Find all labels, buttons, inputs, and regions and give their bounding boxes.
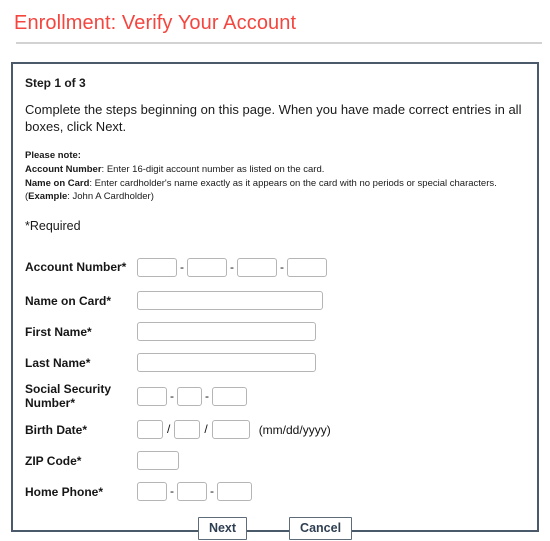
first-name-input[interactable] (137, 322, 316, 341)
ssn-part-3[interactable] (212, 386, 247, 406)
form-row-ssn: Social Security Number* - - (25, 380, 525, 412)
birth-day-input[interactable] (174, 420, 201, 439)
enrollment-panel: Step 1 of 3 Complete the steps beginning… (11, 62, 539, 540)
label-zip-code: ZIP Code* (25, 453, 82, 468)
fields-birth-date: / / (mm/dd/yyyy) (137, 420, 331, 439)
account-number-part-4[interactable] (287, 257, 327, 277)
form-row-birth-date: Birth Date* / / (mm/dd/yyyy) (25, 416, 525, 443)
fields-last-name (137, 353, 316, 372)
zip-code-input[interactable] (137, 451, 179, 470)
home-phone-part-1[interactable] (137, 482, 167, 501)
form-row-zip-code: ZIP Code* (25, 447, 525, 474)
birth-separator-2: / (204, 422, 208, 436)
label-name-on-card: Name on Card* (25, 293, 112, 308)
birth-month-input[interactable] (137, 420, 163, 439)
birth-separator-1: / (167, 422, 171, 436)
label-birth-date: Birth Date* (25, 422, 88, 437)
note-heading-text: Please note: (25, 150, 81, 161)
label-home-phone: Home Phone* (25, 484, 104, 499)
birth-date-format-hint: (mm/dd/yyyy) (258, 422, 331, 437)
phone-separator-2: - (210, 484, 214, 498)
account-separator-3: - (280, 259, 284, 274)
phone-separator-1: - (170, 484, 174, 498)
account-separator-1: - (180, 259, 184, 274)
home-phone-part-2[interactable] (177, 482, 207, 501)
account-number-part-2[interactable] (187, 257, 227, 277)
verify-account-form: Account Number* - - - Name on Card* Firs… (25, 251, 525, 540)
form-row-name-on-card: Name on Card* (25, 287, 525, 314)
ssn-separator-1: - (170, 388, 174, 403)
note-account-number-label: Account Number (25, 164, 102, 175)
fields-name-on-card (137, 291, 323, 310)
last-name-input[interactable] (137, 353, 316, 372)
account-number-part-1[interactable] (137, 257, 177, 277)
form-row-home-phone: Home Phone* - - (25, 478, 525, 505)
step-heading: Step 1 of 3 (25, 76, 86, 90)
note-example-label: Example (28, 191, 68, 202)
label-first-name: First Name* (25, 324, 92, 339)
next-button[interactable]: Next (197, 517, 248, 540)
account-separator-2: - (230, 259, 234, 274)
cancel-button[interactable]: Cancel (289, 517, 353, 540)
birth-year-input[interactable] (211, 420, 250, 439)
fields-zip-code (137, 451, 179, 470)
account-number-part-3[interactable] (237, 257, 277, 277)
form-row-first-name: First Name* (25, 318, 525, 345)
name-on-card-input[interactable] (137, 291, 323, 310)
fields-home-phone: - - (137, 482, 252, 501)
ssn-part-2[interactable] (177, 386, 202, 406)
title-divider (16, 42, 542, 44)
home-phone-part-3[interactable] (217, 482, 252, 501)
fields-ssn: - - (137, 386, 247, 406)
note-name-on-card-label: Name on Card (25, 178, 90, 189)
fields-first-name (137, 322, 316, 341)
fields-account-number: - - - (137, 257, 327, 277)
please-note-block: Please note: Account Number: Enter 16-di… (25, 149, 525, 203)
ssn-separator-2: - (205, 388, 209, 403)
page-title: Enrollment: Verify Your Account (14, 12, 297, 34)
note-account-number: Account Number: Enter 16-digit account n… (25, 163, 525, 176)
note-name-on-card: Name on Card: Enter cardholder's name ex… (25, 177, 525, 203)
form-row-account-number: Account Number* - - - (25, 251, 525, 283)
ssn-part-1[interactable] (137, 386, 167, 406)
label-last-name: Last Name* (25, 355, 91, 370)
intro-text: Complete the steps beginning on this pag… (25, 102, 522, 134)
label-account-number: Account Number* (25, 260, 127, 274)
note-heading: Please note: (25, 149, 525, 162)
form-row-last-name: Last Name* (25, 349, 525, 376)
note-example-text: : John A Cardholder) (67, 191, 154, 202)
required-legend: *Required (25, 219, 81, 233)
form-actions: Next Cancel (25, 517, 525, 540)
note-account-number-text: : Enter 16-digit account number as liste… (101, 164, 325, 175)
label-ssn: Social Security Number* (25, 382, 112, 410)
